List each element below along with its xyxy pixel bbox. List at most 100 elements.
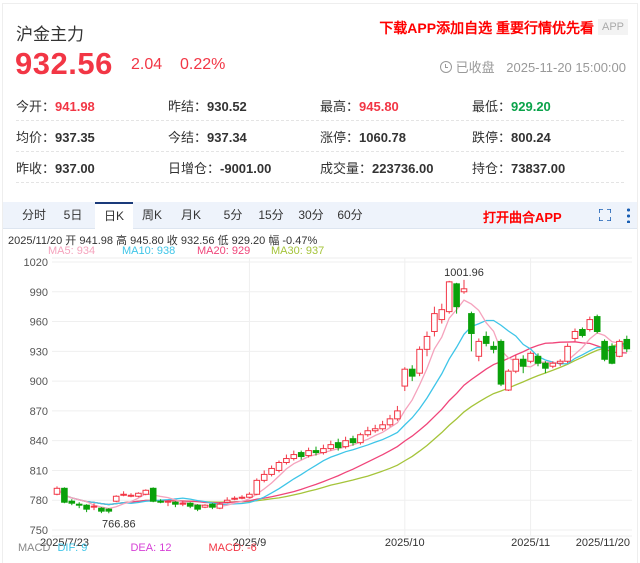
stat-label: 最低： <box>472 98 512 114</box>
candle-body <box>201 504 209 508</box>
app-badge[interactable]: APP <box>597 19 628 35</box>
candle-body <box>61 487 68 503</box>
tab-0[interactable]: 分时 <box>15 202 53 229</box>
candle-body <box>364 430 372 436</box>
candle-body <box>349 438 357 444</box>
candle-body <box>505 370 512 391</box>
tab-1[interactable]: 5日 <box>54 202 92 229</box>
candle-body <box>83 504 90 510</box>
candle-body <box>416 348 423 374</box>
tab-6[interactable]: 15分 <box>252 202 290 229</box>
kline-chart[interactable]: 10209909609309008708408107807502025/7/23… <box>0 0 640 553</box>
candle-body <box>194 504 201 510</box>
candle-body <box>127 494 135 497</box>
candle-body <box>556 360 564 364</box>
stat-cell: 今开：941.98 <box>16 96 168 115</box>
candle-body <box>401 368 409 387</box>
candle-body <box>527 352 534 362</box>
download-app-promo-link[interactable]: 下载APP添加自选 重要行情优先看 <box>379 18 594 38</box>
stat-label: 均价： <box>16 129 56 145</box>
candle-body <box>571 330 579 339</box>
y-tick-label: 840 <box>30 436 48 448</box>
candle-body <box>142 489 150 495</box>
candle-body <box>468 313 475 334</box>
stat-label: 今开： <box>16 98 56 114</box>
market-status: 已收盘 2025-11-20 15:00:00 <box>439 57 626 76</box>
candle-body <box>75 503 83 506</box>
candle-body <box>379 424 386 430</box>
more-options-icon[interactable] <box>627 207 630 223</box>
candle-body <box>608 345 616 364</box>
stat-value: -9001.00 <box>220 160 272 176</box>
candle-body <box>53 487 61 495</box>
candle-body <box>497 340 505 385</box>
stat-label: 持仓： <box>472 160 512 176</box>
fullscreen-icon[interactable] <box>599 209 611 221</box>
dif-label: DIF: 9 <box>57 542 88 554</box>
price-change: 2.04 <box>131 56 163 73</box>
stat-cell: 涨停：1060.78 <box>320 127 472 146</box>
candle-body <box>534 355 542 364</box>
candle-body <box>579 328 586 336</box>
status-text: 已收盘 <box>455 60 495 75</box>
ma10-line <box>56 319 627 506</box>
candle-body <box>164 500 172 503</box>
tab-4[interactable]: 月K <box>172 202 210 229</box>
candle-body <box>186 502 194 507</box>
candle-body <box>179 502 187 505</box>
status-time: 2025-11-20 15:00:00 <box>506 60 626 75</box>
open-app-link[interactable]: 打开曲合APP <box>483 207 562 226</box>
stat-value: 945.80 <box>359 98 399 114</box>
candle-body <box>246 493 253 498</box>
candle-body <box>283 458 290 464</box>
tab-7[interactable]: 30分 <box>292 202 330 229</box>
y-tick-label: 750 <box>30 525 48 537</box>
stat-value: 929.20 <box>511 98 551 114</box>
low-annotation: 766.86 <box>102 518 136 530</box>
candle-body <box>290 454 298 460</box>
clock-icon <box>439 61 452 73</box>
candle-body <box>120 493 127 496</box>
candle-body <box>453 283 460 308</box>
tab-8[interactable]: 60分 <box>331 202 369 229</box>
candle-body <box>475 340 483 357</box>
candle-body <box>334 442 342 449</box>
stat-cell: 均价：937.35 <box>16 127 168 146</box>
candle-body <box>394 410 401 420</box>
x-tick-label: 2025/11 <box>511 537 550 549</box>
candle-body <box>423 335 431 350</box>
stat-cell: 最高：945.80 <box>320 96 472 115</box>
tab-5[interactable]: 5分 <box>214 202 252 229</box>
y-tick-label: 960 <box>30 317 48 329</box>
candle-body <box>586 319 594 330</box>
stats-row: 昨收：937.00 日增仓：-9001.00 成交量：223736.00 持仓：738… <box>16 152 624 183</box>
candle-body <box>445 281 453 313</box>
stat-value: 223736.00 <box>372 160 434 176</box>
stat-value: 930.52 <box>207 98 247 114</box>
candle-body <box>157 500 164 503</box>
stat-cell: 今结：937.34 <box>168 127 320 146</box>
candle-body <box>268 467 275 475</box>
stats-row: 均价：937.35 今结：937.34 涨停：1060.78 跌停：800.24 <box>16 121 624 152</box>
last-price: 932.56 <box>15 46 113 81</box>
candle-body <box>253 479 261 495</box>
ma5-label: MA5: 934 <box>48 245 96 257</box>
x-tick-label: 2025/10 <box>385 537 425 549</box>
candle-body <box>327 444 335 450</box>
stat-cell: 跌停：800.24 <box>472 127 624 146</box>
tab-3[interactable]: 周K <box>133 202 171 229</box>
stat-value: 73837.00 <box>511 160 566 176</box>
ma20-line <box>56 341 627 506</box>
candle-body <box>342 440 349 448</box>
candle-body <box>623 338 631 350</box>
stat-label: 成交量： <box>320 160 373 176</box>
candle-body <box>593 316 601 332</box>
stat-label: 最高： <box>320 98 360 114</box>
stat-cell: 最低：929.20 <box>472 96 624 115</box>
macd-label: MACD <box>18 542 51 554</box>
candle-body <box>90 505 98 508</box>
candle-body <box>172 501 179 505</box>
y-tick-label: 900 <box>30 376 48 388</box>
tab-2[interactable]: 日K <box>95 202 133 230</box>
candle-body <box>98 507 105 512</box>
